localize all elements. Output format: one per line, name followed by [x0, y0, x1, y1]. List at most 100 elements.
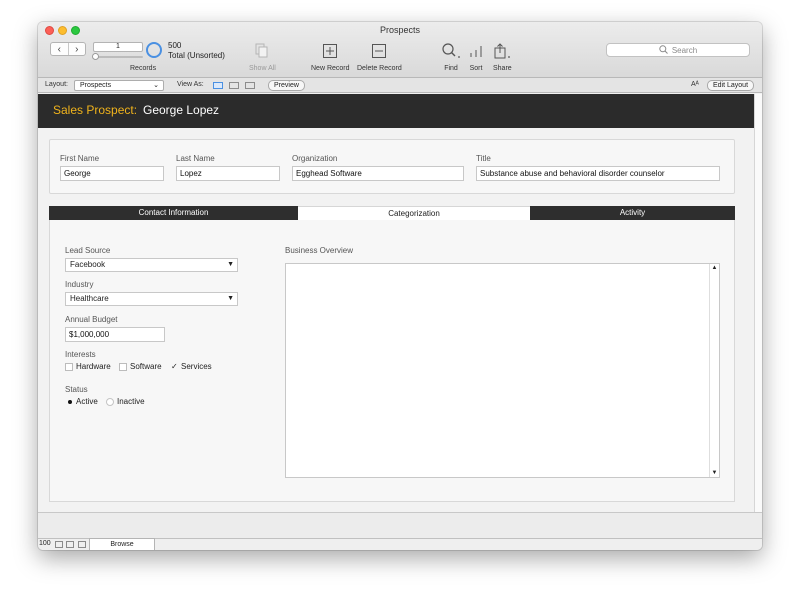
current-record-field[interactable]: 1	[93, 42, 143, 52]
status-active-radio[interactable]: Active	[65, 397, 98, 406]
business-overview-label: Business Overview	[285, 246, 354, 255]
header-prospect-name: George Lopez	[143, 103, 220, 117]
tab-bar: Contact Information Categorization Activ…	[49, 206, 735, 220]
title-label: Title	[476, 154, 491, 163]
titlebar: Prospects ‹ › 1 500 Total (Unsorted) Rec…	[38, 22, 762, 78]
share-label: Share	[493, 65, 512, 72]
layout-label: Layout:	[45, 81, 68, 88]
records-label: Records	[130, 65, 157, 72]
industry-value: Healthcare	[70, 294, 109, 303]
preview-button[interactable]: Preview	[268, 80, 305, 91]
textarea-scrollbar[interactable]: ▲ ▼	[709, 264, 719, 477]
list-view-icon[interactable]	[229, 82, 239, 89]
find-magnifier-icon	[441, 42, 461, 60]
toolbar-toggle-icon[interactable]	[78, 541, 86, 548]
form-view-icon[interactable]	[213, 82, 223, 89]
scroll-up-icon[interactable]: ▲	[710, 265, 719, 271]
show-all-icon	[249, 42, 276, 60]
interest-hardware-label: Hardware	[76, 362, 111, 371]
checkbox-box	[65, 362, 73, 371]
organization-label: Organization	[292, 154, 338, 163]
annual-budget-field[interactable]: $1,000,000	[65, 327, 165, 342]
zoom-level[interactable]: 100	[39, 540, 51, 547]
table-view-icon[interactable]	[245, 82, 255, 89]
interest-services-checkbox[interactable]: ✓ Services	[170, 362, 212, 371]
business-overview-textarea[interactable]: ▲ ▼	[285, 263, 720, 478]
mode-popup[interactable]: Browse	[89, 538, 155, 550]
dropdown-arrow-icon: ▼	[227, 295, 234, 302]
record-slider[interactable]	[93, 56, 143, 58]
checkbox-box	[119, 362, 127, 371]
lead-source-label: Lead Source	[65, 246, 111, 255]
dropdown-arrow-icon: ▼	[227, 261, 234, 268]
view-as-label: View As:	[177, 81, 204, 88]
window-scrollbar[interactable]	[754, 94, 762, 512]
delete-record-icon	[357, 42, 402, 60]
header-label: Sales Prospect:	[53, 103, 138, 117]
radio-selected-icon	[65, 398, 73, 406]
title-field[interactable]: Substance abuse and behavioral disorder …	[476, 166, 720, 181]
industry-label: Industry	[65, 280, 94, 289]
tab-categorization[interactable]: Categorization	[298, 206, 530, 220]
share-button[interactable]: Share	[493, 42, 512, 72]
show-all-button[interactable]: Show All	[249, 42, 276, 72]
status-label: Status	[65, 385, 88, 394]
last-name-field[interactable]: Lopez	[176, 166, 280, 181]
edit-layout-button[interactable]: Edit Layout	[707, 80, 755, 91]
found-set-pie-icon	[146, 42, 162, 58]
search-icon	[659, 44, 668, 56]
sort-bars-icon	[469, 42, 483, 60]
find-label: Find	[444, 65, 458, 72]
zoom-in-icon[interactable]	[66, 541, 74, 548]
tab-activity[interactable]: Activity	[530, 206, 735, 220]
status-inactive-radio[interactable]: Inactive	[106, 397, 145, 406]
organization-field[interactable]: Egghead Software	[292, 166, 464, 181]
last-name-label: Last Name	[176, 154, 215, 163]
layout-content: Sales Prospect: George Lopez First Name …	[38, 94, 754, 512]
new-record-icon	[311, 42, 350, 60]
font-size-icon[interactable]: Aᴬ	[691, 81, 699, 88]
layout-select-value: Prospects	[80, 82, 112, 89]
interest-software-checkbox[interactable]: Software	[119, 362, 162, 371]
first-name-field[interactable]: George	[60, 166, 164, 181]
layout-select[interactable]: Prospects ⌄	[74, 80, 164, 91]
status-bar: 100 Browse	[38, 538, 762, 550]
found-count: 500	[168, 41, 182, 50]
scroll-down-icon[interactable]: ▼	[710, 470, 719, 476]
record-navigation: ‹ ›	[50, 42, 86, 56]
delete-record-label: Delete Record	[357, 65, 402, 72]
previous-record-button[interactable]: ‹	[51, 43, 68, 55]
sort-button[interactable]: Sort	[469, 42, 483, 72]
annual-budget-label: Annual Budget	[65, 315, 118, 324]
sort-label: Sort	[469, 65, 483, 72]
search-input[interactable]: Search	[606, 43, 750, 57]
industry-dropdown[interactable]: Healthcare ▼	[65, 292, 238, 306]
record-header: Sales Prospect: George Lopez	[38, 94, 754, 128]
search-placeholder: Search	[671, 45, 698, 55]
name-panel: First Name George Last Name Lopez Organi…	[49, 139, 735, 194]
zoom-out-icon[interactable]	[55, 541, 63, 548]
radio-unselected-icon	[106, 397, 114, 406]
record-slider-knob[interactable]	[92, 53, 99, 60]
total-unsorted-label: Total (Unsorted)	[168, 51, 225, 60]
app-window: Prospects ‹ › 1 500 Total (Unsorted) Rec…	[38, 22, 762, 550]
new-record-label: New Record	[311, 65, 350, 72]
show-all-label: Show All	[249, 65, 276, 72]
first-name-label: First Name	[60, 154, 100, 163]
find-button[interactable]: Find	[441, 42, 461, 72]
interest-hardware-checkbox[interactable]: Hardware	[65, 362, 111, 371]
lead-source-dropdown[interactable]: Facebook ▼	[65, 258, 238, 272]
window-title: Prospects	[379, 25, 421, 35]
tab-contact-information[interactable]: Contact Information	[49, 206, 298, 220]
delete-record-button[interactable]: Delete Record	[357, 42, 402, 72]
next-record-button[interactable]: ›	[67, 43, 86, 55]
layout-footer	[38, 512, 762, 538]
interest-software-label: Software	[130, 362, 162, 371]
lead-source-value: Facebook	[70, 260, 106, 269]
status-active-label: Active	[76, 397, 98, 406]
interests-label: Interests	[65, 350, 96, 359]
chevron-down-icon: ⌄	[153, 82, 159, 89]
new-record-button[interactable]: New Record	[311, 42, 350, 72]
interest-services-label: Services	[181, 362, 212, 371]
check-icon: ✓	[171, 361, 178, 371]
